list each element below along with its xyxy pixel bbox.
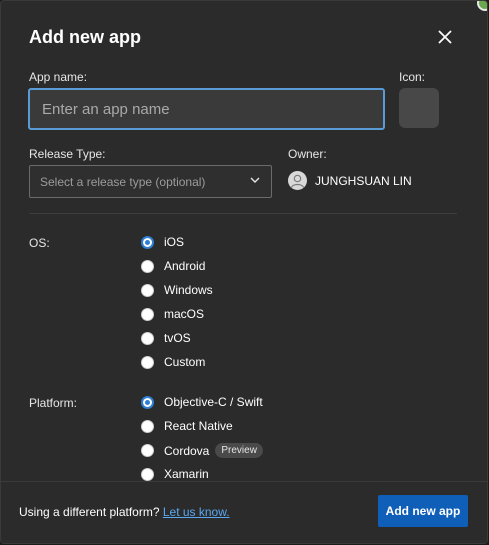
radio-button[interactable] bbox=[141, 235, 154, 249]
owner-name: JUNGHSUAN LIN bbox=[315, 173, 412, 188]
close-icon[interactable] bbox=[435, 27, 455, 47]
release-type-select[interactable]: Select a release type (optional) bbox=[29, 165, 272, 198]
os-option-custom[interactable]: Custom bbox=[141, 355, 205, 369]
release-type-label: Release Type: bbox=[29, 147, 106, 161]
os-option-label: iOS bbox=[164, 235, 185, 249]
os-option-android[interactable]: Android bbox=[141, 259, 205, 273]
platform-label: Platform: bbox=[29, 396, 78, 410]
radio-button[interactable] bbox=[141, 395, 154, 409]
owner-info: JUNGHSUAN LIN bbox=[288, 171, 412, 190]
dialog-title: Add new app bbox=[29, 27, 141, 47]
preview-badge: Preview bbox=[215, 443, 263, 458]
status-dot bbox=[477, 1, 487, 11]
platform-option-cordova[interactable]: Cordova Preview bbox=[141, 443, 263, 458]
radio-button[interactable] bbox=[141, 467, 154, 481]
add-app-dialog: Add new app App name: Icon: Release Type… bbox=[0, 0, 488, 544]
os-option-label: Windows bbox=[164, 283, 213, 297]
app-name-label: App name: bbox=[29, 70, 88, 84]
os-option-macos[interactable]: macOS bbox=[141, 307, 204, 321]
radio-button[interactable] bbox=[141, 259, 154, 273]
radio-button[interactable] bbox=[141, 419, 154, 433]
os-option-ios[interactable]: iOS bbox=[141, 235, 184, 249]
platform-option-objective-c-swift[interactable]: Objective-C / Swift bbox=[141, 395, 263, 409]
chevron-down-icon bbox=[249, 173, 261, 191]
owner-label: Owner: bbox=[288, 147, 327, 161]
platform-option-label: Objective-C / Swift bbox=[164, 395, 263, 409]
radio-button[interactable] bbox=[141, 355, 154, 369]
divider bbox=[29, 213, 457, 214]
footer-text: Using a different platform? Let us know. bbox=[19, 505, 230, 519]
footer-prompt: Using a different platform? bbox=[19, 505, 163, 519]
radio-button[interactable] bbox=[141, 331, 154, 345]
platform-option-label: Cordova bbox=[164, 443, 210, 458]
app-icon-upload[interactable] bbox=[399, 88, 439, 128]
radio-button[interactable] bbox=[141, 283, 154, 297]
radio-button[interactable] bbox=[141, 307, 154, 321]
user-avatar-icon bbox=[288, 171, 307, 190]
os-option-label: Custom bbox=[164, 355, 206, 369]
os-option-windows[interactable]: Windows bbox=[141, 283, 213, 297]
let-us-know-link[interactable]: Let us know. bbox=[163, 505, 230, 519]
os-label: OS: bbox=[29, 236, 50, 250]
app-name-input[interactable] bbox=[28, 88, 385, 130]
os-option-label: tvOS bbox=[164, 331, 191, 345]
os-option-tvos[interactable]: tvOS bbox=[141, 331, 191, 345]
os-option-label: macOS bbox=[164, 307, 205, 321]
os-option-label: Android bbox=[164, 259, 206, 273]
close-icon-graphic bbox=[438, 30, 452, 44]
platform-option-label: Xamarin bbox=[164, 467, 209, 481]
platform-option-xamarin[interactable]: Xamarin bbox=[141, 467, 209, 481]
add-new-app-button[interactable]: Add new app bbox=[378, 495, 468, 527]
radio-button[interactable] bbox=[141, 444, 154, 457]
dialog-footer: Using a different platform? Let us know.… bbox=[1, 481, 487, 543]
platform-option-label: React Native bbox=[164, 419, 233, 433]
release-type-placeholder: Select a release type (optional) bbox=[40, 174, 206, 189]
icon-label: Icon: bbox=[399, 70, 426, 84]
platform-option-react-native[interactable]: React Native bbox=[141, 419, 233, 433]
